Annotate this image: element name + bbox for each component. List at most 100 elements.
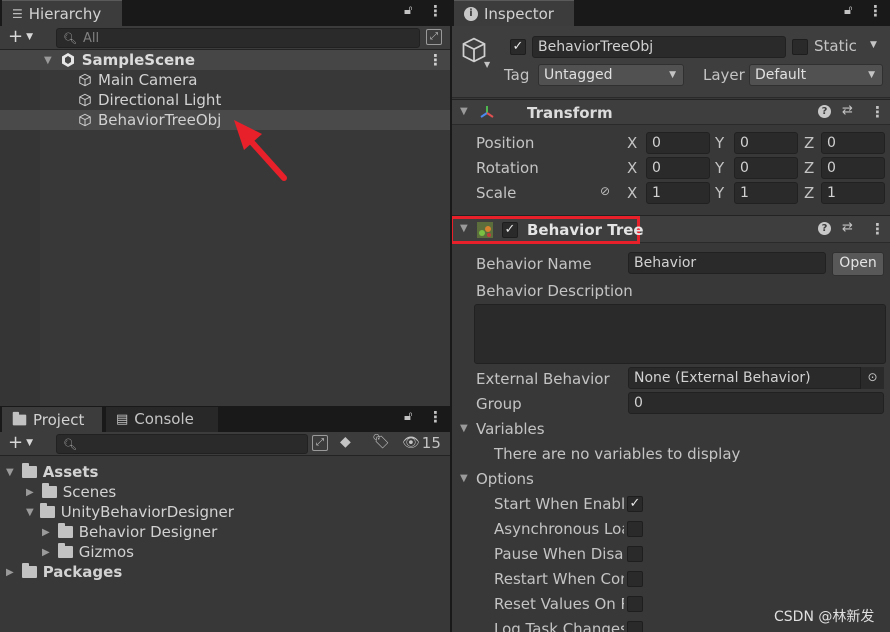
expand-arrow-icon[interactable]: ▼ [6, 467, 14, 478]
icon-dropdown-arrow[interactable]: ▼ [484, 60, 490, 69]
layer-dropdown[interactable]: Default [749, 64, 883, 86]
expand-arrow-icon[interactable]: ▼ [460, 106, 468, 117]
collapse-arrow-icon[interactable]: ▶ [26, 487, 34, 498]
help-icon[interactable]: ? [818, 222, 831, 235]
hierarchy-item-main-camera[interactable]: Main Camera [0, 70, 450, 90]
help-icon[interactable]: ? [818, 105, 831, 118]
tag-dropdown[interactable]: Untagged [538, 64, 684, 86]
object-picker-icon[interactable]: ⊙ [860, 367, 884, 389]
hidden-count: 15 [421, 434, 441, 452]
inspector-tab[interactable]: i Inspector [454, 0, 574, 26]
expand-arrow-icon[interactable]: ▼ [26, 507, 34, 518]
lock-icon[interactable]: 🔓︎ [844, 3, 852, 18]
option-checkbox[interactable] [627, 546, 643, 562]
behavior-tree-enabled-checkbox[interactable]: ✓ [502, 222, 518, 238]
behavior-description-textarea[interactable] [474, 304, 886, 364]
rotation-y-label[interactable]: Y [715, 159, 724, 177]
filter-by-label-icon[interactable]: 🏷︎ [372, 434, 390, 450]
scale-y-field[interactable]: 1 [734, 182, 798, 204]
project-search-input[interactable]: 🔍︎ [56, 434, 308, 454]
scale-x-label[interactable]: X [627, 184, 637, 202]
hierarchy-search-input[interactable]: 🔍︎ All [56, 28, 420, 48]
preset-icon[interactable]: ⇄ [842, 103, 853, 118]
option-checkbox[interactable] [627, 521, 643, 537]
search-options-icon[interactable]: ⤢ [312, 435, 328, 451]
collapse-arrow-icon[interactable]: ▶ [6, 567, 14, 578]
object-name-field[interactable]: BehaviorTreeObj [532, 36, 786, 58]
kebab-menu-icon[interactable]: ⋮ [868, 2, 883, 20]
rotation-x-field[interactable]: 0 [646, 157, 710, 179]
option-checkbox[interactable] [627, 621, 643, 632]
behavior-name-field[interactable]: Behavior [628, 252, 826, 274]
preset-icon[interactable]: ⇄ [842, 220, 853, 235]
option-checkbox[interactable] [627, 596, 643, 612]
scale-z-field[interactable]: 1 [821, 182, 885, 204]
static-dropdown-arrow[interactable]: ▼ [870, 40, 877, 50]
lock-icon[interactable]: 🔓︎ [404, 409, 412, 424]
collapse-arrow-icon[interactable]: ▶ [42, 527, 50, 538]
filter-by-type-icon[interactable]: ◆ [340, 434, 351, 450]
tree-label: Scenes [62, 483, 117, 501]
gameobject-cube-icon [79, 113, 91, 127]
project-tab[interactable]: Project [2, 406, 102, 432]
rotation-z-field[interactable]: 0 [821, 157, 885, 179]
tree-item-behavior-designer[interactable]: ▶ Behavior Designer [0, 522, 450, 542]
component-kebab-icon[interactable]: ⋮ [870, 103, 885, 121]
transform-header[interactable]: ▼ Transform ? ⇄ ⋮ [452, 99, 890, 125]
position-z-field[interactable]: 0 [821, 132, 885, 154]
variables-label[interactable]: Variables [476, 420, 545, 438]
expand-arrow-icon[interactable]: ▼ [44, 55, 52, 66]
option-row: Start When Enable ✓ [452, 492, 890, 517]
behavior-tree-header[interactable]: ▼ ✓ Behavior Tree ? ⇄ ⋮ [452, 215, 890, 244]
hierarchy-tab-label: Hierarchy [28, 4, 102, 23]
scale-x-field[interactable]: 1 [646, 182, 710, 204]
position-x-label[interactable]: X [627, 134, 637, 152]
hierarchy-content: ▼ SampleScene ⋮ Main Camera Directional … [0, 50, 450, 406]
horizontal-splitter[interactable] [0, 406, 450, 407]
vertical-splitter[interactable] [450, 0, 452, 632]
console-tab[interactable]: ▤ Console [106, 406, 218, 432]
open-button[interactable]: Open [832, 252, 884, 276]
constrain-proportions-icon[interactable]: ⊘ [600, 184, 610, 198]
component-kebab-icon[interactable]: ⋮ [870, 220, 885, 238]
hierarchy-item-behaviortreeobj[interactable]: BehaviorTreeObj [0, 110, 450, 130]
option-checkbox[interactable] [627, 571, 643, 587]
group-label: Group [476, 395, 522, 413]
position-z-label[interactable]: Z [804, 134, 814, 152]
scale-z-label[interactable]: Z [804, 184, 814, 202]
tree-item-unitybehaviordesigner[interactable]: ▼ UnityBehaviorDesigner [0, 502, 450, 522]
hidden-packages-toggle[interactable]: 👁︎ 15 [402, 434, 441, 452]
variables-foldout-arrow[interactable]: ▼ [460, 423, 468, 434]
tree-item-packages[interactable]: ▶ Packages [0, 562, 450, 582]
tree-item-scenes[interactable]: ▶ Scenes [0, 482, 450, 502]
scene-kebab-icon[interactable]: ⋮ [428, 51, 443, 69]
rotation-x-label[interactable]: X [627, 159, 637, 177]
external-behavior-field[interactable]: None (External Behavior) [628, 367, 884, 389]
position-y-field[interactable]: 0 [734, 132, 798, 154]
kebab-menu-icon[interactable]: ⋮ [428, 2, 443, 20]
collapse-arrow-icon[interactable]: ▶ [42, 547, 50, 558]
tree-item-assets[interactable]: ▼ Assets [0, 462, 450, 482]
tree-item-gizmos[interactable]: ▶ Gizmos [0, 542, 450, 562]
option-checkbox[interactable]: ✓ [627, 496, 643, 512]
options-label[interactable]: Options [476, 470, 534, 488]
rotation-y-field[interactable]: 0 [734, 157, 798, 179]
options-foldout-arrow[interactable]: ▼ [460, 473, 468, 484]
hierarchy-item-directional-light[interactable]: Directional Light [0, 90, 450, 110]
kebab-menu-icon[interactable]: ⋮ [428, 408, 443, 426]
rotation-z-label[interactable]: Z [804, 159, 814, 177]
layer-label: Layer [703, 66, 745, 84]
active-checkbox[interactable]: ✓ [510, 39, 526, 55]
scene-row[interactable]: ▼ SampleScene ⋮ [0, 50, 450, 70]
position-x-field[interactable]: 0 [646, 132, 710, 154]
static-checkbox[interactable] [792, 39, 808, 55]
scale-y-label[interactable]: Y [715, 184, 724, 202]
create-plus-dropdown[interactable]: + ▼ [8, 432, 33, 453]
create-plus-dropdown[interactable]: + ▼ [8, 26, 33, 47]
tag-label: Tag [504, 66, 530, 84]
hierarchy-tab[interactable]: ☰ Hierarchy [2, 0, 122, 26]
group-field[interactable]: 0 [628, 392, 884, 414]
search-options-icon[interactable]: ⤢ [426, 29, 442, 45]
lock-icon[interactable]: 🔓︎ [404, 3, 412, 18]
position-y-label[interactable]: Y [715, 134, 724, 152]
